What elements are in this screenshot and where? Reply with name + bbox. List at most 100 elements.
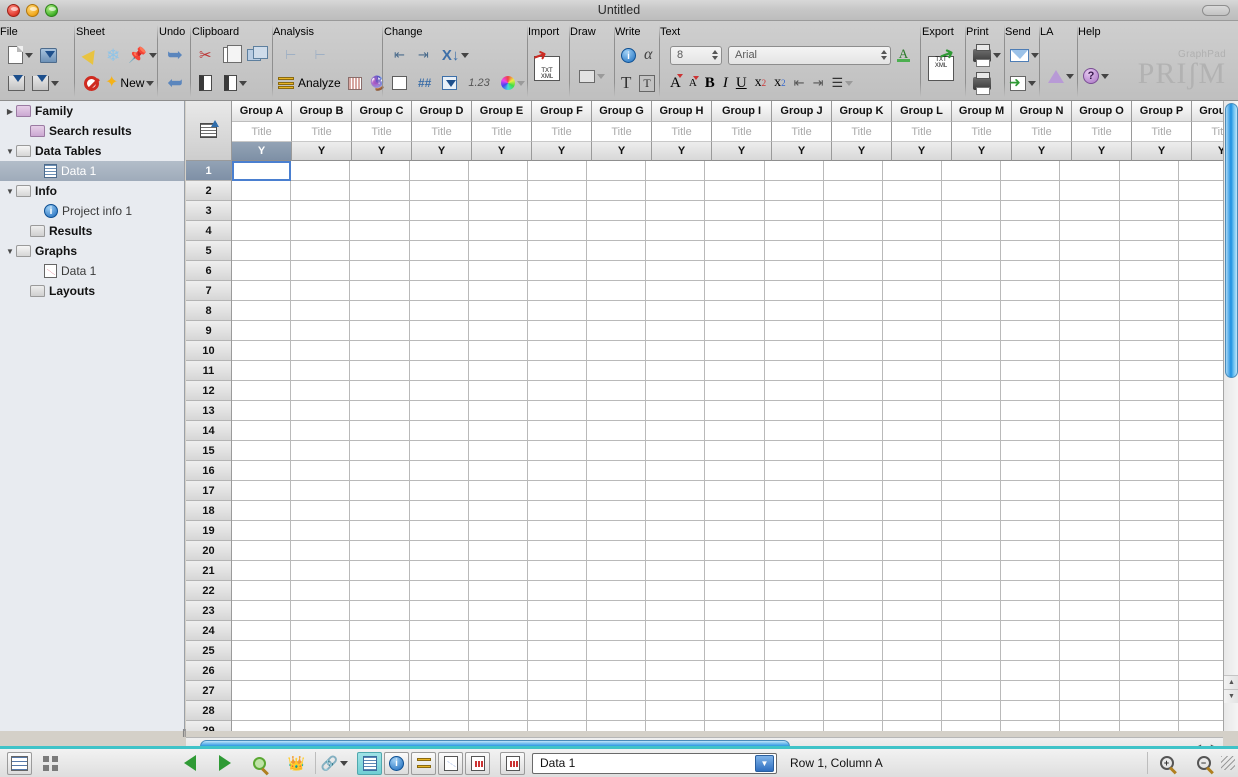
data-cell[interactable] (883, 701, 942, 721)
data-cell[interactable] (765, 461, 824, 481)
data-cell[interactable] (232, 321, 291, 341)
data-cell[interactable] (1001, 361, 1060, 381)
data-cell[interactable] (883, 441, 942, 461)
data-cell[interactable] (705, 501, 764, 521)
data-cell[interactable] (765, 681, 824, 701)
data-cell[interactable] (942, 681, 1001, 701)
data-cell[interactable] (232, 361, 291, 381)
data-cell[interactable] (883, 641, 942, 661)
data-cell[interactable] (1001, 201, 1060, 221)
column-group-label[interactable]: Group F (532, 101, 592, 122)
data-cell[interactable] (765, 441, 824, 461)
data-cell[interactable] (291, 581, 350, 601)
data-cell[interactable] (646, 321, 705, 341)
data-cell[interactable] (587, 681, 646, 701)
data-cell[interactable] (528, 321, 587, 341)
data-cell[interactable] (1001, 521, 1060, 541)
data-cell[interactable] (469, 281, 528, 301)
save-as-icon[interactable] (32, 76, 59, 91)
data-cell[interactable] (942, 701, 1001, 721)
data-cell[interactable] (350, 201, 409, 221)
data-cell[interactable] (232, 401, 291, 421)
column-subheader-y[interactable]: Y (592, 142, 652, 161)
vertical-scroll-arrows[interactable]: ▲ ▼ (1224, 675, 1238, 703)
data-cell[interactable] (410, 661, 469, 681)
data-cell[interactable] (291, 601, 350, 621)
data-cell[interactable] (528, 661, 587, 681)
data-cell[interactable] (469, 481, 528, 501)
data-cell[interactable] (587, 541, 646, 561)
data-cell[interactable] (232, 621, 291, 641)
data-cell[interactable] (232, 601, 291, 621)
column-title-input[interactable]: Title (232, 122, 292, 142)
data-cell[interactable] (1120, 721, 1179, 731)
data-cell[interactable] (765, 661, 824, 681)
data-cell[interactable] (232, 521, 291, 541)
data-cell[interactable] (824, 561, 883, 581)
data-cell[interactable] (469, 361, 528, 381)
column-title-input[interactable]: Title (292, 122, 352, 142)
data-cell[interactable] (1001, 681, 1060, 701)
print-preview-icon[interactable] (973, 77, 991, 90)
column-group-label[interactable]: Group K (832, 101, 892, 122)
data-cell[interactable] (587, 301, 646, 321)
data-cell[interactable] (587, 461, 646, 481)
data-cell[interactable] (410, 161, 469, 181)
data-cell[interactable] (291, 521, 350, 541)
data-cell[interactable] (1120, 321, 1179, 341)
data-cell[interactable] (291, 301, 350, 321)
data-cell[interactable] (410, 421, 469, 441)
data-cell[interactable] (705, 261, 764, 281)
interpolate-icon[interactable]: ⊢ (285, 47, 296, 63)
column-subheader-y[interactable]: Y (292, 142, 352, 161)
data-cell[interactable] (824, 261, 883, 281)
data-cell[interactable] (646, 281, 705, 301)
data-cell[interactable] (883, 381, 942, 401)
data-cell[interactable] (469, 321, 528, 341)
data-cell[interactable] (705, 381, 764, 401)
data-cell[interactable] (1060, 401, 1119, 421)
data-cell[interactable] (824, 301, 883, 321)
column-header[interactable]: Group ATitleY (232, 101, 292, 161)
data-cell[interactable] (528, 381, 587, 401)
data-cell[interactable] (350, 181, 409, 201)
data-cell[interactable] (291, 241, 350, 261)
data-cell[interactable] (232, 421, 291, 441)
data-cell[interactable] (1120, 521, 1179, 541)
data-cell[interactable] (587, 341, 646, 361)
column-title-input[interactable]: Title (472, 122, 532, 142)
open-file-icon[interactable] (40, 48, 57, 63)
data-cell[interactable] (469, 561, 528, 581)
data-cell[interactable] (587, 321, 646, 341)
data-cell[interactable] (1060, 441, 1119, 461)
data-cell[interactable] (410, 241, 469, 261)
active-cell[interactable] (232, 161, 291, 181)
data-cell[interactable] (232, 381, 291, 401)
decimal-format-icon[interactable]: 1.23 (468, 77, 489, 89)
column-header[interactable]: Group GTitleY (592, 101, 652, 161)
data-cell[interactable] (587, 441, 646, 461)
data-cell[interactable] (528, 341, 587, 361)
data-cell[interactable] (1120, 161, 1179, 181)
superscript-icon[interactable]: x2 (755, 75, 767, 91)
data-cell[interactable] (1001, 161, 1060, 181)
underline-icon[interactable]: U (736, 75, 747, 92)
data-cell[interactable] (646, 601, 705, 621)
data-cell[interactable] (1060, 481, 1119, 501)
data-cell[interactable] (587, 381, 646, 401)
data-tables-button[interactable] (357, 752, 382, 775)
data-cell[interactable] (1001, 641, 1060, 661)
insert-column-right-icon[interactable]: ⇥ (418, 47, 429, 63)
disclosure-collapsed-icon[interactable]: ▶ (4, 107, 16, 116)
column-subheader-y[interactable]: Y (892, 142, 952, 161)
data-cell[interactable] (291, 501, 350, 521)
data-cell[interactable] (765, 641, 824, 661)
data-cell[interactable] (1001, 441, 1060, 461)
data-cell[interactable] (883, 181, 942, 201)
data-cell[interactable] (291, 401, 350, 421)
row-header[interactable]: 9 (186, 321, 231, 341)
data-cell[interactable] (705, 401, 764, 421)
data-cell[interactable] (350, 221, 409, 241)
data-cell[interactable] (469, 381, 528, 401)
data-cell[interactable] (291, 661, 350, 681)
